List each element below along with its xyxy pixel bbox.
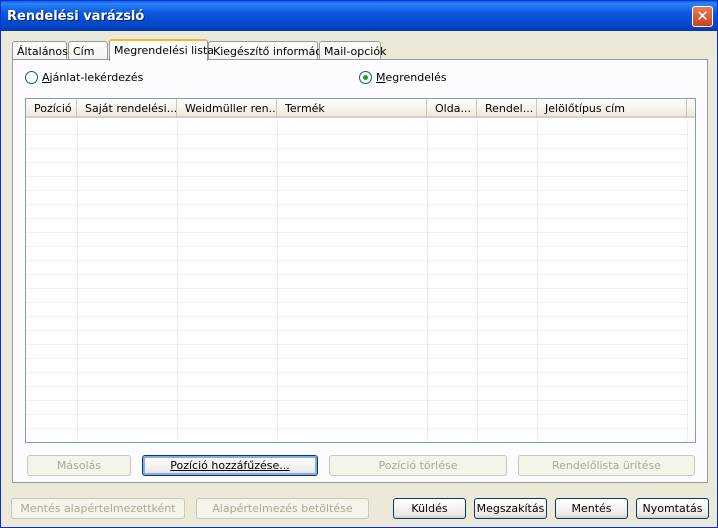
title-bar[interactable]: Rendelési varázsló ✕ xyxy=(1,1,717,31)
save-as-default-button[interactable]: Mentés alapértelmezettként xyxy=(11,498,185,519)
print-button[interactable]: Nyomtatás xyxy=(636,498,709,519)
table-header: Pozíció Saját rendelési... Weidmüller re… xyxy=(26,99,695,118)
grid-row-line xyxy=(26,358,688,359)
grid-row-line xyxy=(26,344,688,345)
grid-column-line xyxy=(77,120,78,442)
grid-row-line xyxy=(26,372,688,373)
column-header-position[interactable]: Pozíció xyxy=(26,99,77,118)
grid-row-line xyxy=(26,386,688,387)
grid-row-line xyxy=(26,414,688,415)
column-header-marker-title[interactable]: Jelölőtípus cím xyxy=(537,99,687,118)
grid-row-line xyxy=(26,162,688,163)
grid-row-line xyxy=(26,274,688,275)
grid-row-line xyxy=(26,302,688,303)
tab-order-list[interactable]: Megrendelési lista xyxy=(109,39,214,61)
tab-address[interactable]: Cím xyxy=(68,41,108,60)
grid-row-line xyxy=(26,176,688,177)
table-body[interactable] xyxy=(26,120,695,442)
save-button[interactable]: Mentés xyxy=(555,498,628,519)
grid-row-line xyxy=(26,316,688,317)
radio-order-circle[interactable] xyxy=(359,71,372,84)
delete-position-button[interactable]: Pozíció törlése xyxy=(329,455,507,476)
load-default-button[interactable]: Alapértelmezés betöltése xyxy=(196,498,369,519)
clear-list-button[interactable]: Rendelőlista ürítése xyxy=(518,455,695,476)
cancel-button[interactable]: Megszakítás xyxy=(474,498,547,519)
order-list-panel: Ajánlat-lekérdezés Megrendelés Pozíció S… xyxy=(12,59,708,483)
grid-row-line xyxy=(26,148,688,149)
copy-button[interactable]: Másolás xyxy=(27,455,131,476)
window-title: Rendelési varázsló xyxy=(7,9,145,24)
column-header-page[interactable]: Olda... xyxy=(427,99,477,118)
grid-row-line xyxy=(26,428,688,429)
grid-column-line xyxy=(277,120,278,442)
radio-order[interactable]: Megrendelés xyxy=(359,71,447,84)
column-header-filler xyxy=(687,99,695,118)
column-header-ordered[interactable]: Rendel... xyxy=(477,99,537,118)
grid-row-line xyxy=(26,288,688,289)
column-header-own-order-no[interactable]: Saját rendelési... xyxy=(77,99,177,118)
grid-column-line xyxy=(177,120,178,442)
column-header-weidmuller-order-no[interactable]: Weidmüller ren... xyxy=(177,99,277,118)
tab-general[interactable]: Általános xyxy=(12,41,68,60)
close-icon[interactable]: ✕ xyxy=(692,6,713,27)
tab-additional-info[interactable]: Kiegészítő információ xyxy=(208,41,331,60)
order-wizard-window: Rendelési varázsló ✕ Általános Cím Megre… xyxy=(0,0,718,528)
grid-row-line xyxy=(26,260,688,261)
radio-quote-request[interactable]: Ajánlat-lekérdezés xyxy=(25,71,143,84)
radio-order-label: Megrendelés xyxy=(376,71,447,84)
tab-mail-options[interactable]: Mail-opciók xyxy=(319,41,386,60)
grid-column-line xyxy=(427,120,428,442)
grid-row-line xyxy=(26,246,688,247)
grid-column-line xyxy=(477,120,478,442)
grid-column-line xyxy=(537,120,538,442)
radio-quote-label: Ajánlat-lekérdezés xyxy=(42,71,144,84)
grid-row-line xyxy=(26,330,688,331)
grid-row-line xyxy=(26,232,688,233)
radio-quote-circle[interactable] xyxy=(25,71,38,84)
grid-row-line xyxy=(26,134,688,135)
order-list-table[interactable]: Pozíció Saját rendelési... Weidmüller re… xyxy=(25,98,696,443)
column-header-product[interactable]: Termék xyxy=(277,99,427,118)
grid-column-line xyxy=(687,120,688,442)
grid-row-line xyxy=(26,218,688,219)
grid-row-line xyxy=(26,190,688,191)
grid-row-line xyxy=(26,204,688,205)
send-button[interactable]: Küldés xyxy=(393,498,466,519)
add-position-button[interactable]: Pozíció hozzáfűzése... xyxy=(142,455,318,476)
grid-row-line xyxy=(26,400,688,401)
